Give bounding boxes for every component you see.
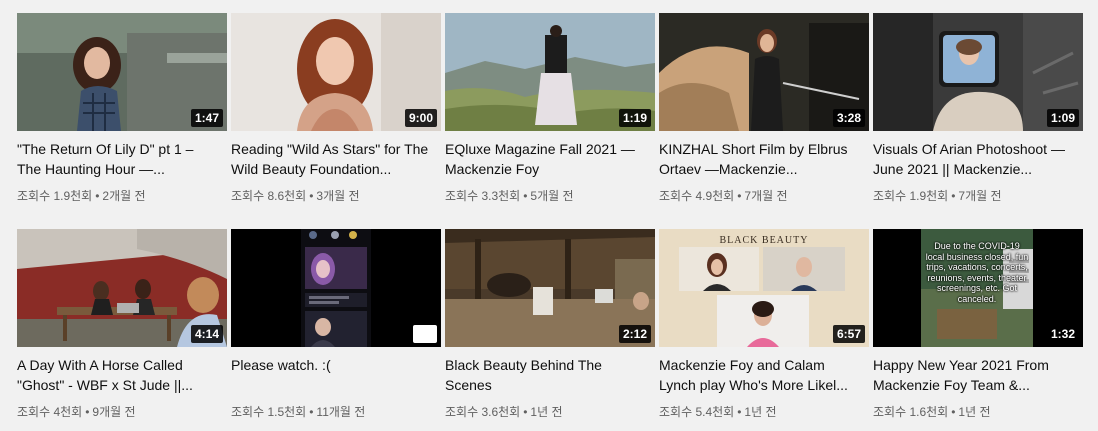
video-meta: 조회수 4.9천회 • 7개월 전 xyxy=(659,189,788,203)
video-duration: 3:28 xyxy=(832,109,865,127)
video-card[interactable]: BLACK BEAUTY 6:57 Mackenzie Foy and Cala… xyxy=(659,229,869,431)
view-count: 조회수 4천회 xyxy=(17,405,83,419)
upload-age: 11개월 전 xyxy=(316,405,366,419)
video-meta: 조회수 8.6천회 • 3개월 전 xyxy=(231,189,360,203)
video-meta: 조회수 3.6천회 • 1년 전 xyxy=(445,405,563,419)
video-meta: 조회수 1.9천회 • 7개월 전 xyxy=(873,189,1002,203)
video-thumbnail[interactable]: 1:09 xyxy=(873,13,1083,131)
upload-age: 1년 전 xyxy=(744,405,777,419)
video-title[interactable]: Reading "Wild As Stars" for The Wild Bea… xyxy=(231,139,441,179)
video-meta: 조회수 5.4천회 • 1년 전 xyxy=(659,405,777,419)
upload-age: 1년 전 xyxy=(530,405,563,419)
view-count: 조회수 5.4천회 xyxy=(659,405,735,419)
shorts-icon xyxy=(413,325,441,347)
video-title[interactable]: Mackenzie Foy and Calam Lynch play Who's… xyxy=(659,355,869,395)
video-meta: 조회수 1.6천회 • 1년 전 xyxy=(873,405,991,419)
video-duration: 1:19 xyxy=(618,109,651,127)
video-grid: 1:47 "The Return Of Lily D" pt 1 – The H… xyxy=(17,13,1083,431)
video-card[interactable]: 1:19 EQluxe Magazine Fall 2021 — Mackenz… xyxy=(445,13,655,215)
video-meta: 조회수 3.3천회 • 5개월 전 xyxy=(445,189,574,203)
view-count: 조회수 1.9천회 xyxy=(873,189,949,203)
video-thumbnail[interactable] xyxy=(231,229,441,347)
thumbnail-image xyxy=(231,229,441,347)
video-thumbnail[interactable]: BLACK BEAUTY 6:57 xyxy=(659,229,869,347)
video-duration: 1:09 xyxy=(1046,109,1079,127)
video-thumbnail[interactable]: 3:28 xyxy=(659,13,869,131)
video-title[interactable]: "The Return Of Lily D" pt 1 – The Haunti… xyxy=(17,139,227,179)
video-duration: 9:00 xyxy=(404,109,437,127)
video-thumbnail[interactable]: 4:14 xyxy=(17,229,227,347)
video-card[interactable]: 1:47 "The Return Of Lily D" pt 1 – The H… xyxy=(17,13,227,215)
view-count: 조회수 1.5천회 xyxy=(231,405,307,419)
view-count: 조회수 1.9천회 xyxy=(17,189,93,203)
video-title[interactable]: Black Beauty Behind The Scenes xyxy=(445,355,655,395)
video-duration: 6:57 xyxy=(832,325,865,343)
video-thumbnail[interactable]: 1:47 xyxy=(17,13,227,131)
upload-age: 2개월 전 xyxy=(102,189,146,203)
video-title[interactable]: KINZHAL Short Film by Elbrus Ortaev —Mac… xyxy=(659,139,869,179)
video-duration: 2:12 xyxy=(618,325,651,343)
view-count: 조회수 1.6천회 xyxy=(873,405,949,419)
view-count: 조회수 3.3천회 xyxy=(445,189,521,203)
video-thumbnail[interactable]: 9:00 xyxy=(231,13,441,131)
video-duration: 1:32 xyxy=(1046,325,1079,343)
video-title[interactable]: A Day With A Horse Called "Ghost" - WBF … xyxy=(17,355,227,395)
shorts-badge xyxy=(413,325,437,343)
video-card[interactable]: Due to the COVID-19 local business close… xyxy=(873,229,1083,431)
video-title[interactable]: Visuals Of Arian Photoshoot — June 2021 … xyxy=(873,139,1083,179)
video-duration: 4:14 xyxy=(190,325,223,343)
thumbnail-caption: BLACK BEAUTY xyxy=(720,235,809,246)
view-count: 조회수 3.6천회 xyxy=(445,405,521,419)
video-thumbnail[interactable]: Due to the COVID-19 local business close… xyxy=(873,229,1083,347)
video-card[interactable]: 1:09 Visuals Of Arian Photoshoot — June … xyxy=(873,13,1083,215)
video-title[interactable]: Please watch. :( xyxy=(231,355,441,395)
upload-age: 3개월 전 xyxy=(316,189,360,203)
upload-age: 1년 전 xyxy=(958,405,991,419)
thumbnail-caption: Due to the COVID-19 local business close… xyxy=(925,241,1029,304)
video-card[interactable]: 4:14 A Day With A Horse Called "Ghost" -… xyxy=(17,229,227,431)
upload-age: 5개월 전 xyxy=(530,189,574,203)
video-duration: 1:47 xyxy=(190,109,223,127)
video-card[interactable]: 9:00 Reading "Wild As Stars" for The Wil… xyxy=(231,13,441,215)
video-card[interactable]: Please watch. :( 조회수 1.5천회 • 11개월 전 xyxy=(231,229,441,431)
video-thumbnail[interactable]: 2:12 xyxy=(445,229,655,347)
upload-age: 7개월 전 xyxy=(744,189,788,203)
upload-age: 9개월 전 xyxy=(92,405,136,419)
video-card[interactable]: 3:28 KINZHAL Short Film by Elbrus Ortaev… xyxy=(659,13,869,215)
view-count: 조회수 8.6천회 xyxy=(231,189,307,203)
video-meta: 조회수 4천회 • 9개월 전 xyxy=(17,405,136,419)
view-count: 조회수 4.9천회 xyxy=(659,189,735,203)
video-meta: 조회수 1.5천회 • 11개월 전 xyxy=(231,405,366,419)
video-thumbnail[interactable]: 1:19 xyxy=(445,13,655,131)
video-title[interactable]: Happy New Year 2021 From Mackenzie Foy T… xyxy=(873,355,1083,395)
video-meta: 조회수 1.9천회 • 2개월 전 xyxy=(17,189,146,203)
video-card[interactable]: 2:12 Black Beauty Behind The Scenes 조회수 … xyxy=(445,229,655,431)
upload-age: 7개월 전 xyxy=(958,189,1002,203)
video-title[interactable]: EQluxe Magazine Fall 2021 — Mackenzie Fo… xyxy=(445,139,655,179)
